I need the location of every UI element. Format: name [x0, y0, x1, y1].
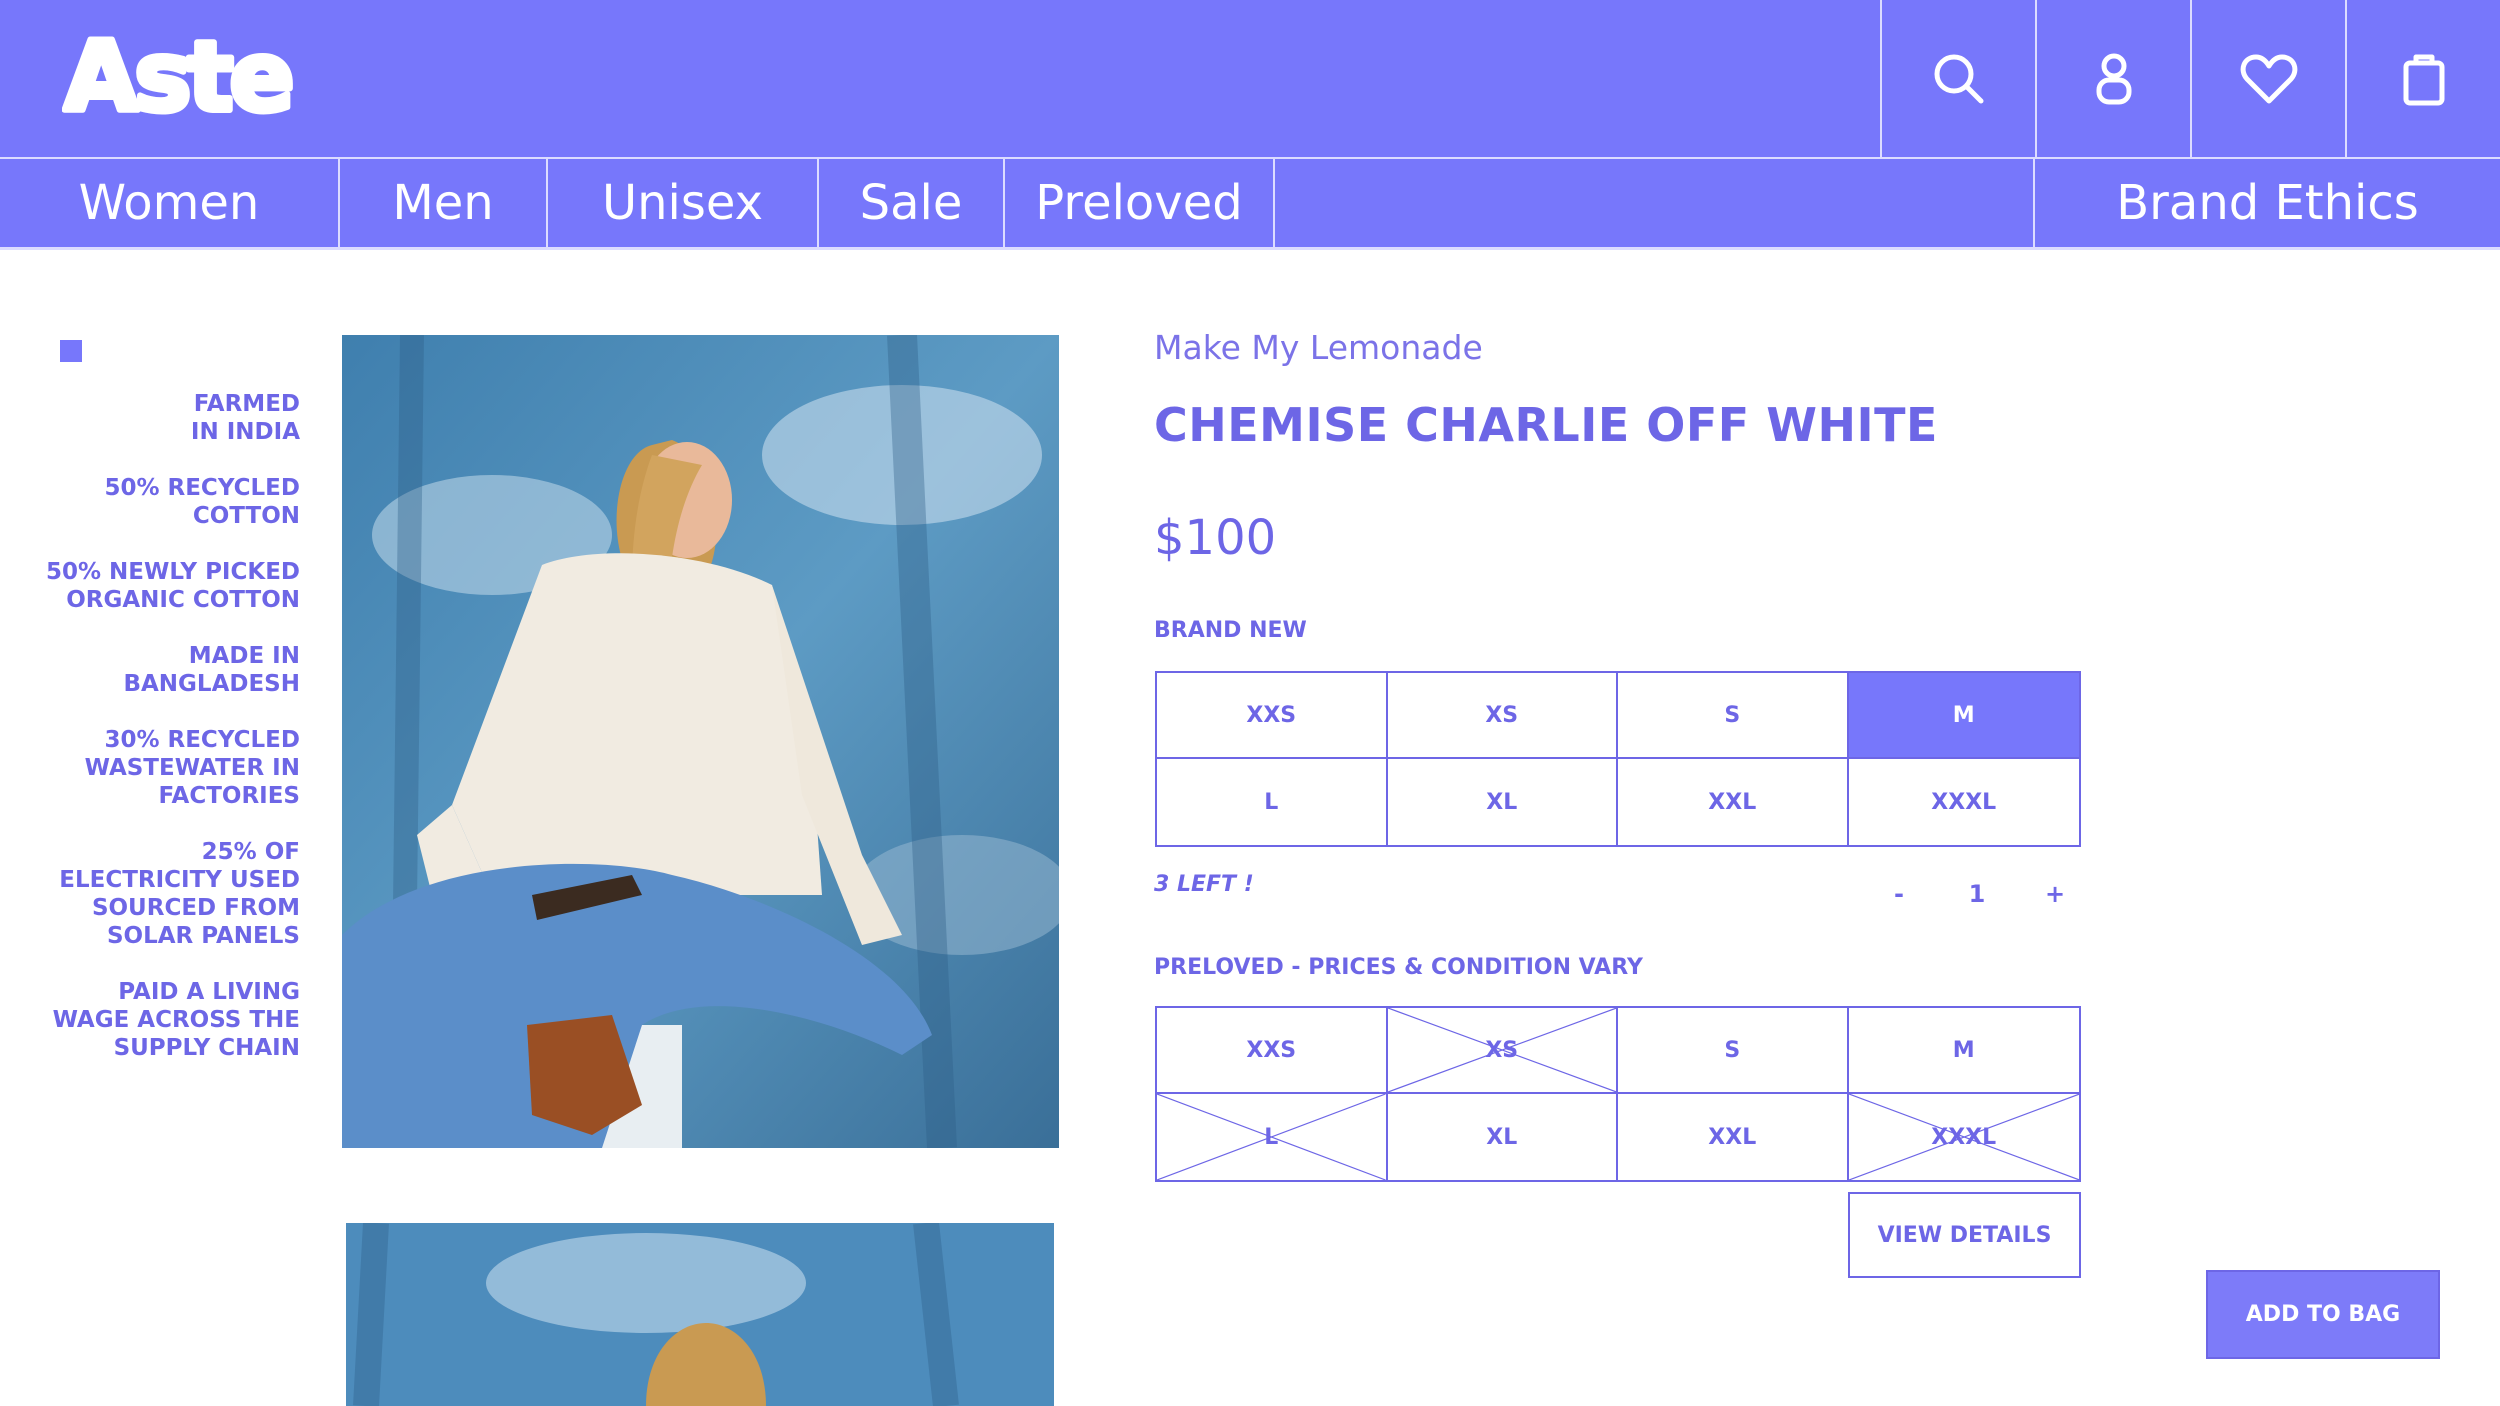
- product-photo-main[interactable]: [342, 335, 1059, 1148]
- site-header: Aste Women Men Unisex Sale Preloved Bran…: [0, 0, 2500, 250]
- size-option[interactable]: XXS: [1157, 673, 1388, 759]
- fact-item: 50% RECYCLED COTTON: [104, 475, 300, 529]
- main-nav: Women Men Unisex Sale Preloved Brand Eth…: [0, 157, 2500, 250]
- size-option[interactable]: XL: [1387, 759, 1618, 845]
- size-option[interactable]: S: [1618, 673, 1849, 759]
- nav-unisex[interactable]: Unisex: [548, 159, 819, 247]
- preloved-size-option-unavailable: L: [1157, 1094, 1388, 1180]
- view-details-button[interactable]: VIEW DETAILS: [1848, 1192, 2081, 1278]
- site-logo[interactable]: Aste: [62, 20, 322, 130]
- product-price: $100: [1154, 510, 1277, 566]
- nav-sale[interactable]: Sale: [819, 159, 1005, 247]
- preloved-size-option[interactable]: S: [1618, 1008, 1849, 1094]
- fact-item: 30% RECYCLED WASTEWATER IN FACTORIES: [84, 727, 300, 809]
- unavailable-cross-icon: [1157, 1094, 1386, 1180]
- preloved-size-option[interactable]: XXL: [1618, 1094, 1849, 1180]
- product-photo-secondary[interactable]: [346, 1223, 1054, 1406]
- nav-spacer: [1275, 159, 2035, 247]
- size-option[interactable]: XS: [1387, 673, 1618, 759]
- header-icon-bar: [1880, 0, 2500, 158]
- brand-new-label: BRAND NEW: [1154, 618, 1307, 643]
- wishlist-button[interactable]: [2190, 0, 2345, 158]
- sustainability-facts: FARMED IN INDIA 50% RECYCLED COTTON 50% …: [40, 390, 300, 1090]
- fact-item: FARMED IN INDIA: [190, 391, 300, 445]
- product-title: CHEMISE CHARLIE OFF WHITE: [1154, 398, 1938, 452]
- product-photo-secondary-image: [346, 1223, 1054, 1406]
- preloved-size-option-unavailable: XXXL: [1848, 1094, 2080, 1180]
- size-option[interactable]: L: [1157, 759, 1388, 845]
- add-to-bag-button[interactable]: ADD TO BAG: [2206, 1270, 2440, 1359]
- fact-item: 25% OF ELECTRICITY USED SOURCED FROM SOL…: [59, 839, 300, 949]
- size-option-selected[interactable]: M: [1848, 673, 2079, 759]
- quantity-value: 1: [1968, 880, 1986, 908]
- preloved-size-grid: XXS XS S M L XL XXL XXXL: [1155, 1006, 2081, 1182]
- product-brand[interactable]: Make My Lemonade: [1154, 328, 1483, 367]
- quantity-stepper: - 1 +: [1860, 880, 2094, 908]
- preloved-size-option-unavailable: XS: [1387, 1008, 1618, 1094]
- unavailable-cross-icon: [1388, 1008, 1617, 1092]
- preloved-size-option[interactable]: XXS: [1157, 1008, 1388, 1094]
- heart-icon: [2240, 54, 2297, 104]
- brand-new-size-grid: XXS XS S M L XL XXL XXXL: [1155, 671, 2081, 847]
- account-icon: [2096, 53, 2131, 105]
- search-button[interactable]: [1880, 0, 2035, 158]
- preloved-size-option[interactable]: M: [1848, 1008, 2079, 1094]
- quantity-decrease-button[interactable]: -: [1860, 880, 1938, 908]
- size-option[interactable]: XXL: [1618, 759, 1849, 845]
- size-option[interactable]: XXXL: [1848, 759, 2079, 845]
- fact-item: MADE IN BANGLADESH: [123, 643, 300, 697]
- account-button[interactable]: [2035, 0, 2190, 158]
- nav-brand-ethics[interactable]: Brand Ethics: [2035, 159, 2500, 247]
- preloved-label: PRELOVED - PRICES & CONDITION VARY: [1154, 955, 1643, 980]
- quantity-increase-button[interactable]: +: [2016, 880, 2094, 908]
- stock-indicator: 3 LEFT !: [1154, 872, 1254, 897]
- fact-item: 50% NEWLY PICKED ORGANIC COTTON: [45, 559, 300, 613]
- bag-icon: [2403, 54, 2444, 106]
- product-photo-main-image: [342, 335, 1059, 1148]
- fact-item: PAID A LIVING WAGE ACROSS THE SUPPLY CHA…: [52, 979, 300, 1061]
- nav-preloved[interactable]: Preloved: [1005, 159, 1275, 247]
- search-icon: [1934, 54, 1983, 104]
- preloved-size-option[interactable]: XL: [1387, 1094, 1618, 1180]
- nav-women[interactable]: Women: [0, 159, 340, 247]
- bag-button[interactable]: [2345, 0, 2500, 158]
- unavailable-cross-icon: [1849, 1094, 2080, 1180]
- facts-marker: [60, 340, 82, 362]
- logo-text: Aste: [64, 21, 290, 130]
- nav-men[interactable]: Men: [340, 159, 548, 247]
